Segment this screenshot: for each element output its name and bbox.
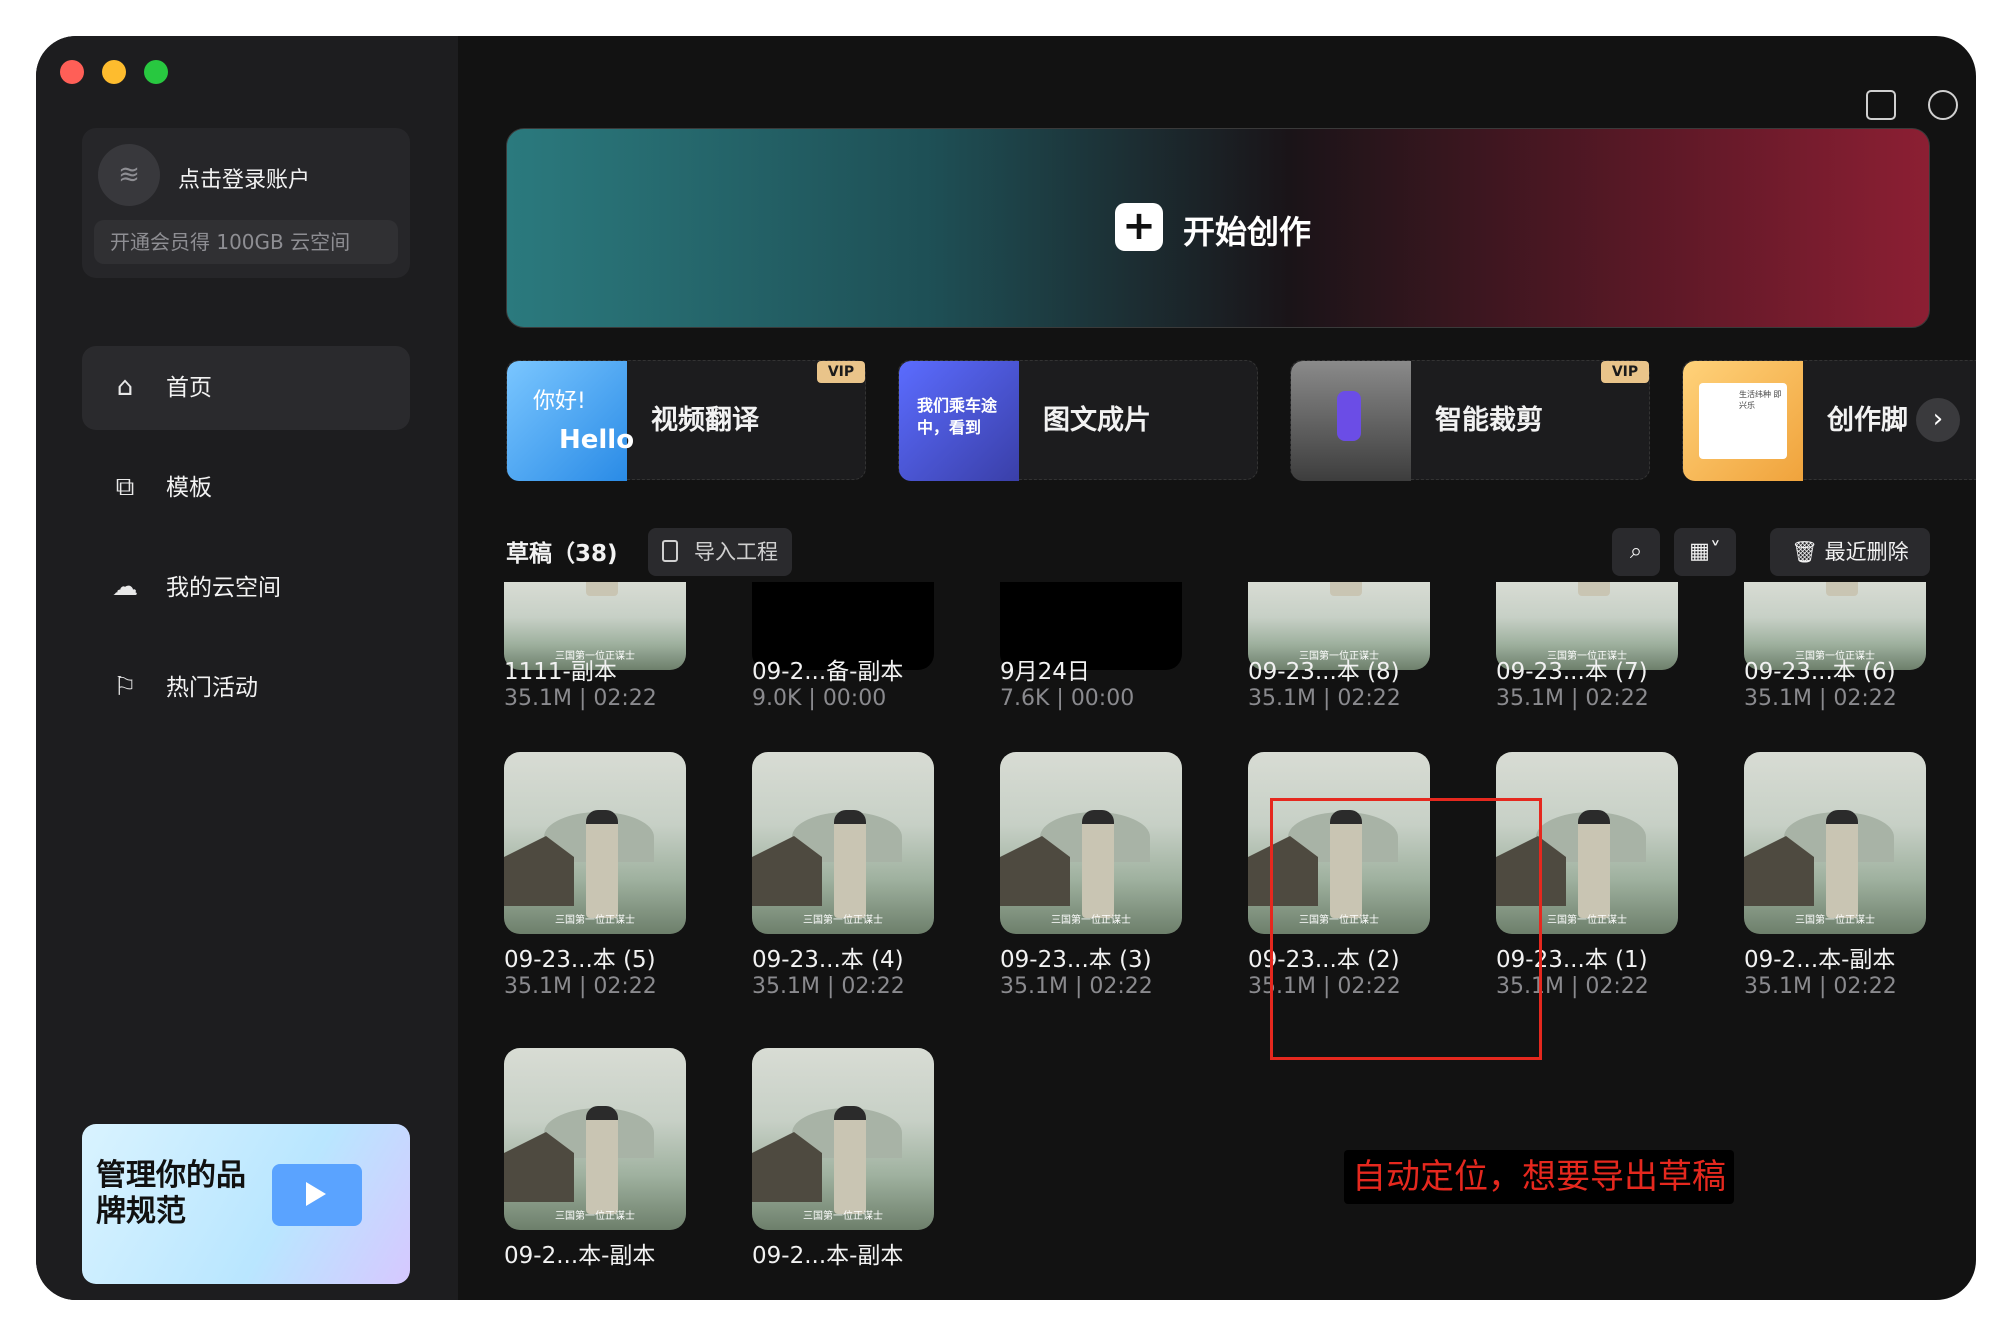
vip-badge: VIP	[1601, 361, 1649, 383]
sidebar-item-cloud[interactable]: ☁ 我的云空间	[82, 546, 410, 630]
thumb-text: 你好!	[533, 389, 586, 414]
draft-name[interactable]: 09-23...本 (4)	[752, 940, 904, 974]
tool-label: 视频翻译	[651, 405, 759, 436]
start-create-button[interactable]: + 开始创作	[506, 128, 1930, 328]
draft-thumbnail[interactable]: 三国第一位正谋士	[504, 752, 686, 934]
draft-meta: 7.6K | 00:00	[1000, 686, 1135, 711]
skater-figure	[1337, 391, 1361, 441]
sidebar-item-home[interactable]: ⌂ 首页	[82, 346, 410, 430]
banner-title: 管理你的品牌规范	[96, 1158, 246, 1229]
draft-meta: 35.1M | 02:22	[752, 974, 905, 999]
sidebar-item-label: 模板	[166, 475, 212, 501]
draft-meta: 35.1M | 02:22	[1496, 686, 1649, 711]
template-icon: ⧉	[115, 472, 135, 502]
thumb-text: 生活纬种 即兴乐	[1699, 383, 1787, 459]
recent-delete-button[interactable]: 🗑 最近删除	[1770, 528, 1930, 576]
draft-name[interactable]: 9月24日	[1000, 652, 1090, 686]
draft-name[interactable]: 09-2...本-副本	[504, 1236, 655, 1270]
start-create-label: 开始创作	[1183, 213, 1312, 251]
import-project-button[interactable]: 导入工程	[648, 528, 792, 576]
cloud-icon: ☁	[112, 572, 138, 602]
vip-promo[interactable]: 开通会员得 100GB 云空间	[94, 220, 398, 264]
flag-icon: ⚐	[113, 672, 137, 702]
draft-meta: 35.1M | 02:22	[504, 686, 657, 711]
sidebar-item-label: 首页	[166, 375, 212, 401]
draft-name[interactable]: 09-23...本 (8)	[1248, 652, 1400, 686]
draft-meta: 9.0K | 00:00	[752, 686, 887, 711]
draft-name[interactable]: 09-2...备-副本	[752, 652, 903, 686]
draft-meta: 35.1M | 02:22	[1744, 686, 1897, 711]
home-icon: ⌂	[116, 372, 134, 402]
tool-label: 智能裁剪	[1435, 405, 1543, 436]
sidebar-item-label: 热门活动	[166, 675, 258, 701]
grid-view-icon[interactable]: ▦˅	[1674, 528, 1736, 576]
minimize-button[interactable]	[102, 60, 126, 84]
recent-delete-label: 最近删除	[1824, 540, 1909, 564]
draft-thumbnail[interactable]: 三国第一位正谋士	[1744, 752, 1926, 934]
draft-thumbnail[interactable]: 三国第一位正谋士	[504, 1048, 686, 1230]
vip-badge: VIP	[817, 361, 865, 383]
zoom-button[interactable]	[144, 60, 168, 84]
tool-smart-crop[interactable]: 智能裁剪 VIP	[1290, 360, 1650, 481]
trash-icon: 🗑	[1791, 540, 1818, 564]
thumb-text: 我们乘车途中，看到	[917, 396, 998, 437]
draft-meta: 35.1M | 02:22	[1000, 974, 1153, 999]
feedback-icon[interactable]	[1866, 90, 1896, 120]
annotation-label: 自动定位，想要导出草稿	[1344, 1150, 1734, 1204]
tool-thumbnail	[1291, 361, 1411, 481]
tool-label: 图文成片	[1043, 405, 1151, 436]
draft-name[interactable]: 1111-副本	[504, 652, 617, 686]
brand-banner[interactable]: 管理你的品牌规范	[82, 1124, 410, 1284]
plus-icon: +	[1115, 203, 1163, 251]
avatar: ≋	[98, 144, 160, 206]
document-icon	[662, 540, 678, 562]
sidebar-item-label: 我的云空间	[166, 575, 281, 601]
draft-name[interactable]: 09-23...本 (3)	[1000, 940, 1152, 974]
app-window: ≋ 点击登录账户 开通会员得 100GB 云空间 ⌂ 首页 ⧉ 模板 ☁ 我的云空间 …	[36, 36, 1976, 1300]
settings-icon[interactable]	[1928, 90, 1958, 120]
highlight-box	[1270, 798, 1542, 1060]
draft-name[interactable]: 09-23...本 (5)	[504, 940, 656, 974]
sidebar: ≋ 点击登录账户 开通会员得 100GB 云空间 ⌂ 首页 ⧉ 模板 ☁ 我的云空间 …	[36, 36, 458, 1300]
play-icon	[272, 1164, 362, 1226]
tool-video-translate[interactable]: 你好! Hello 视频翻译 VIP	[506, 360, 866, 481]
draft-meta: 35.1M | 02:22	[1248, 686, 1401, 711]
draft-name[interactable]: 09-23...本 (7)	[1496, 652, 1648, 686]
draft-thumbnail[interactable]: 三国第一位正谋士	[752, 752, 934, 934]
drafts-title: 草稿（38)	[506, 541, 618, 567]
draft-thumbnail[interactable]: 三国第一位正谋士	[1000, 752, 1182, 934]
account-card[interactable]: ≋ 点击登录账户 开通会员得 100GB 云空间	[82, 128, 410, 278]
draft-thumbnail[interactable]: 三国第一位正谋士	[752, 1048, 934, 1230]
login-label[interactable]: 点击登录账户	[178, 162, 310, 194]
draft-name[interactable]: 09-2...本-副本	[1744, 940, 1895, 974]
tool-label: 创作脚	[1827, 405, 1908, 436]
tool-thumbnail: 生活纬种 即兴乐	[1683, 361, 1803, 481]
sidebar-item-template[interactable]: ⧉ 模板	[82, 446, 410, 530]
tool-thumbnail: 你好! Hello	[507, 361, 634, 481]
chevron-right-icon[interactable]: ›	[1916, 398, 1960, 442]
draft-meta: 35.1M | 02:22	[1744, 974, 1897, 999]
close-button[interactable]	[60, 60, 84, 84]
tool-thumbnail: 我们乘车途中，看到	[899, 361, 1019, 481]
thumb-text: Hello	[559, 425, 635, 455]
tool-image-to-video[interactable]: 我们乘车途中，看到 图文成片	[898, 360, 1258, 481]
import-label: 导入工程	[694, 540, 778, 564]
draft-name[interactable]: 09-2...本-副本	[752, 1236, 903, 1270]
draft-name[interactable]: 09-23...本 (6)	[1744, 652, 1896, 686]
draft-meta: 35.1M | 02:22	[504, 974, 657, 999]
sidebar-item-activity[interactable]: ⚐ 热门活动	[82, 646, 410, 730]
search-icon[interactable]: ⌕	[1612, 528, 1660, 576]
